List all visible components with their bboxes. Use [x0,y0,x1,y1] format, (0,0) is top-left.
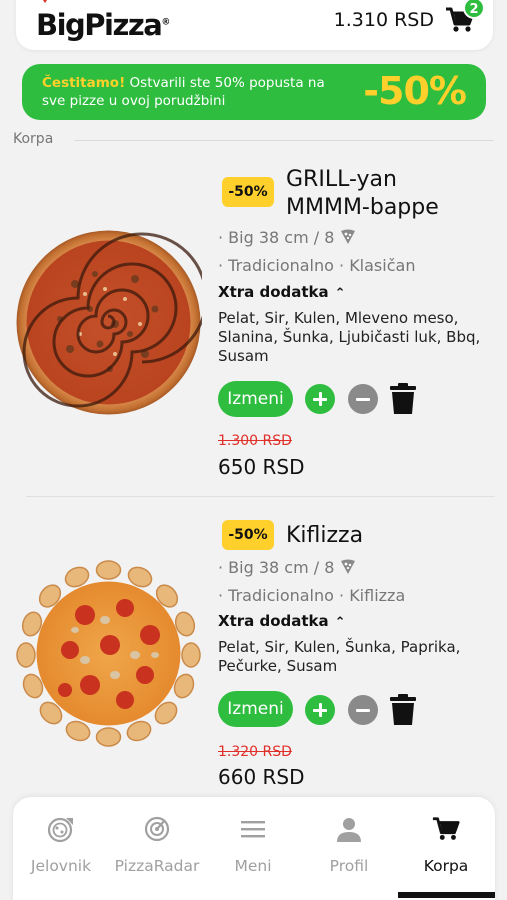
toppings-line: Slanina, Šunka, Ljubičasti luk, Bbq, [218,328,481,346]
item-size-text: · Big 38 cm / 8 [218,558,335,577]
nav-item-meni[interactable]: Meni [205,815,301,875]
pizza-slice-icon [341,559,356,574]
pizza-image [16,560,201,747]
app-header: BigPizza® 1.310 RSD 2 [16,0,493,50]
item-name: GRILL-yan MMMM-bappe [286,166,439,222]
nav-item-korpa[interactable]: Korpa [398,815,494,875]
decrease-quantity-button[interactable] [348,695,378,725]
item-divider [26,496,495,497]
toppings-list: Pelat, Sir, Kulen, Mleveno meso, Slanina… [218,309,498,366]
cart-count-badge: 2 [463,0,485,19]
edit-button[interactable]: Izmeni [218,691,293,727]
item-style: · Tradicionalno · Klasičan [218,256,416,275]
discounted-price: 660 RSD [218,765,305,789]
logo-text: BigPizza [36,8,163,42]
bottom-nav: Jelovnik PizzaRadar Meni Profil Korpa [13,797,495,900]
item-size: · Big 38 cm / 8 [218,558,356,577]
xtra-toggle[interactable]: Xtra dodatka ⌃ [218,612,346,630]
item-size: · Big 38 cm / 8 [218,228,356,247]
radar-icon [144,816,170,842]
cart-icon [432,817,460,840]
pizza-slice-icon [341,229,356,244]
discounted-price: 650 RSD [218,455,305,479]
edit-button[interactable]: Izmeni [218,381,293,417]
item-name-line: MMMM-bappe [286,195,439,220]
toppings-line: Susam [218,347,269,365]
increase-quantity-button[interactable] [305,695,335,725]
nav-label: Korpa [423,857,469,875]
toppings-line: Pelat, Sir, Kulen, Mleveno meso, [218,309,459,327]
promo-discount: -50% [363,69,467,113]
original-price: 1.300 RSD [218,433,292,449]
nav-label: Profil [329,857,369,875]
nav-item-jelovnik[interactable]: Jelovnik [13,815,109,875]
pizza-image [16,230,202,415]
chevron-up-icon: ⌃ [334,286,346,301]
toppings-list: Pelat, Sir, Kulen, Šunka, Paprika, Pečur… [218,638,498,676]
nav-item-profil[interactable]: Profil [301,815,397,875]
discount-badge: -50% [222,520,274,550]
xtra-label: Xtra dodatka [218,283,329,301]
item-name-line: GRILL-yan [286,167,397,192]
original-price: 1.320 RSD [218,744,292,760]
xtra-label: Xtra dodatka [218,612,329,630]
nav-item-pizzaradar[interactable]: PizzaRadar [109,815,205,875]
trash-icon[interactable] [390,383,416,415]
logo-mark-icon [43,0,47,3]
hamburger-icon [241,821,265,838]
xtra-toggle[interactable]: Xtra dodatka ⌃ [218,283,346,301]
item-size-text: · Big 38 cm / 8 [218,228,335,247]
nav-label: PizzaRadar [114,857,200,875]
promo-highlight: Čestitamo! [42,75,126,91]
nav-label: Meni [234,857,272,875]
nav-label: Jelovnik [30,857,92,875]
cart-total: 1.310 RSD [333,9,434,31]
section-divider [74,140,494,141]
increase-quantity-button[interactable] [305,384,335,414]
item-name: Kiflizza [286,523,364,548]
toppings-line: Pečurke, Susam [218,657,338,675]
user-icon [337,818,361,842]
discount-badge: -50% [222,177,274,207]
chevron-up-icon: ⌃ [334,615,346,630]
promo-text: Čestitamo! Ostvarili ste 50% popusta na … [42,74,342,110]
item-style: · Tradicionalno · Kiflizza [218,586,406,605]
promo-banner: Čestitamo! Ostvarili ste 50% popusta na … [22,64,486,120]
trash-icon[interactable] [390,694,416,726]
decrease-quantity-button[interactable] [348,384,378,414]
toppings-line: Pelat, Sir, Kulen, Šunka, Paprika, [218,638,461,656]
brand-logo[interactable]: BigPizza® [36,8,170,42]
nav-active-indicator [398,892,495,898]
pizza-menu-icon [47,817,73,843]
section-title: Korpa [13,131,54,147]
